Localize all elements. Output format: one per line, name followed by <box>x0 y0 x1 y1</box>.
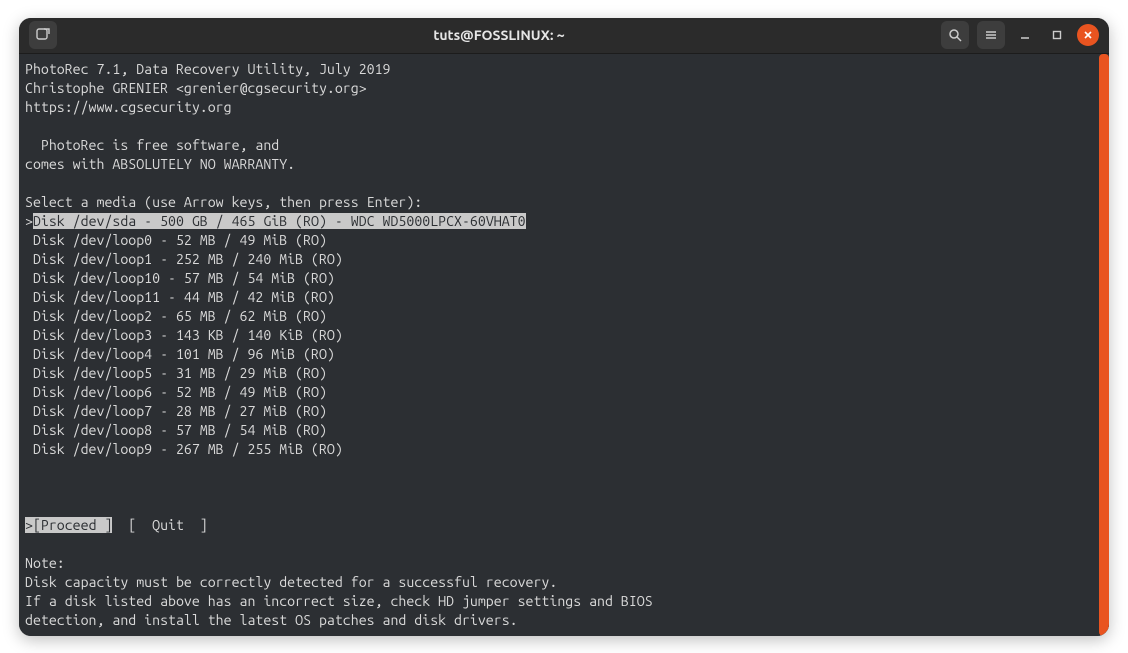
disk-row[interactable]: Disk /dev/loop11 - 44 MB / 42 MiB (RO) <box>25 289 335 305</box>
close-button[interactable] <box>1077 24 1099 46</box>
scrollbar[interactable] <box>1099 54 1109 636</box>
note-line: detection, and install the latest OS pat… <box>25 612 518 628</box>
notice-line-1: PhotoRec is free software, and <box>25 137 279 153</box>
titlebar: tuts@FOSSLINUX: ~ <box>19 18 1109 54</box>
new-tab-button[interactable] <box>29 21 57 49</box>
disk-row[interactable]: Disk /dev/loop5 - 31 MB / 29 MiB (RO) <box>25 365 327 381</box>
menu-row: >[Proceed ] [ Quit ] <box>25 517 208 533</box>
disk-row[interactable]: Disk /dev/loop2 - 65 MB / 62 MiB (RO) <box>25 308 327 324</box>
app-author-line: Christophe GRENIER <grenier@cgsecurity.o… <box>25 80 367 96</box>
menu-cursor: > <box>25 517 33 533</box>
terminal-window: tuts@FOSSLINUX: ~ PhotoRec 7.1, Data Rec… <box>19 18 1109 636</box>
disk-row-selected[interactable]: >Disk /dev/sda - 500 GB / 465 GiB (RO) -… <box>25 213 526 229</box>
window-title: tuts@FOSSLINUX: ~ <box>65 27 933 43</box>
disk-row[interactable]: Disk /dev/loop4 - 101 MB / 96 MiB (RO) <box>25 346 335 362</box>
disk-row[interactable]: Disk /dev/loop0 - 52 MB / 49 MiB (RO) <box>25 232 327 248</box>
minimize-button[interactable] <box>1013 23 1037 47</box>
notice-line-2: comes with ABSOLUTELY NO WARRANTY. <box>25 156 295 172</box>
disk-row[interactable]: Disk /dev/loop8 - 57 MB / 54 MiB (RO) <box>25 422 327 438</box>
new-tab-icon <box>36 28 50 42</box>
disk-row[interactable]: Disk /dev/loop1 - 252 MB / 240 MiB (RO) <box>25 251 343 267</box>
app-url-line: https://www.cgsecurity.org <box>25 99 232 115</box>
proceed-button[interactable]: [Proceed ] <box>33 517 112 533</box>
quit-button[interactable]: [ Quit ] <box>128 517 207 533</box>
hamburger-icon <box>984 28 998 42</box>
search-button[interactable] <box>941 21 969 49</box>
terminal-body: PhotoRec 7.1, Data Recovery Utility, Jul… <box>19 54 1109 636</box>
note-line: If a disk listed above has an incorrect … <box>25 593 653 609</box>
disk-row[interactable]: Disk /dev/loop9 - 267 MB / 255 MiB (RO) <box>25 441 343 457</box>
maximize-icon <box>1051 29 1063 41</box>
search-icon <box>948 28 962 42</box>
minimize-icon <box>1019 29 1031 41</box>
select-prompt: Select a media (use Arrow keys, then pre… <box>25 194 422 210</box>
disk-row[interactable]: Disk /dev/loop7 - 28 MB / 27 MiB (RO) <box>25 403 327 419</box>
maximize-button[interactable] <box>1045 23 1069 47</box>
note-heading: Note: <box>25 555 65 571</box>
scrollbar-thumb[interactable] <box>1099 54 1109 636</box>
terminal-content[interactable]: PhotoRec 7.1, Data Recovery Utility, Jul… <box>19 54 1099 636</box>
disk-row[interactable]: Disk /dev/loop10 - 57 MB / 54 MiB (RO) <box>25 270 335 286</box>
app-header-line: PhotoRec 7.1, Data Recovery Utility, Jul… <box>25 61 390 77</box>
menu-button[interactable] <box>977 21 1005 49</box>
disk-row-text: Disk /dev/sda - 500 GB / 465 GiB (RO) - … <box>33 213 526 229</box>
note-line: Disk capacity must be correctly detected… <box>25 574 557 590</box>
disk-row[interactable]: Disk /dev/loop3 - 143 KB / 140 KiB (RO) <box>25 327 343 343</box>
close-icon <box>1083 30 1093 40</box>
disk-row[interactable]: Disk /dev/loop6 - 52 MB / 49 MiB (RO) <box>25 384 327 400</box>
